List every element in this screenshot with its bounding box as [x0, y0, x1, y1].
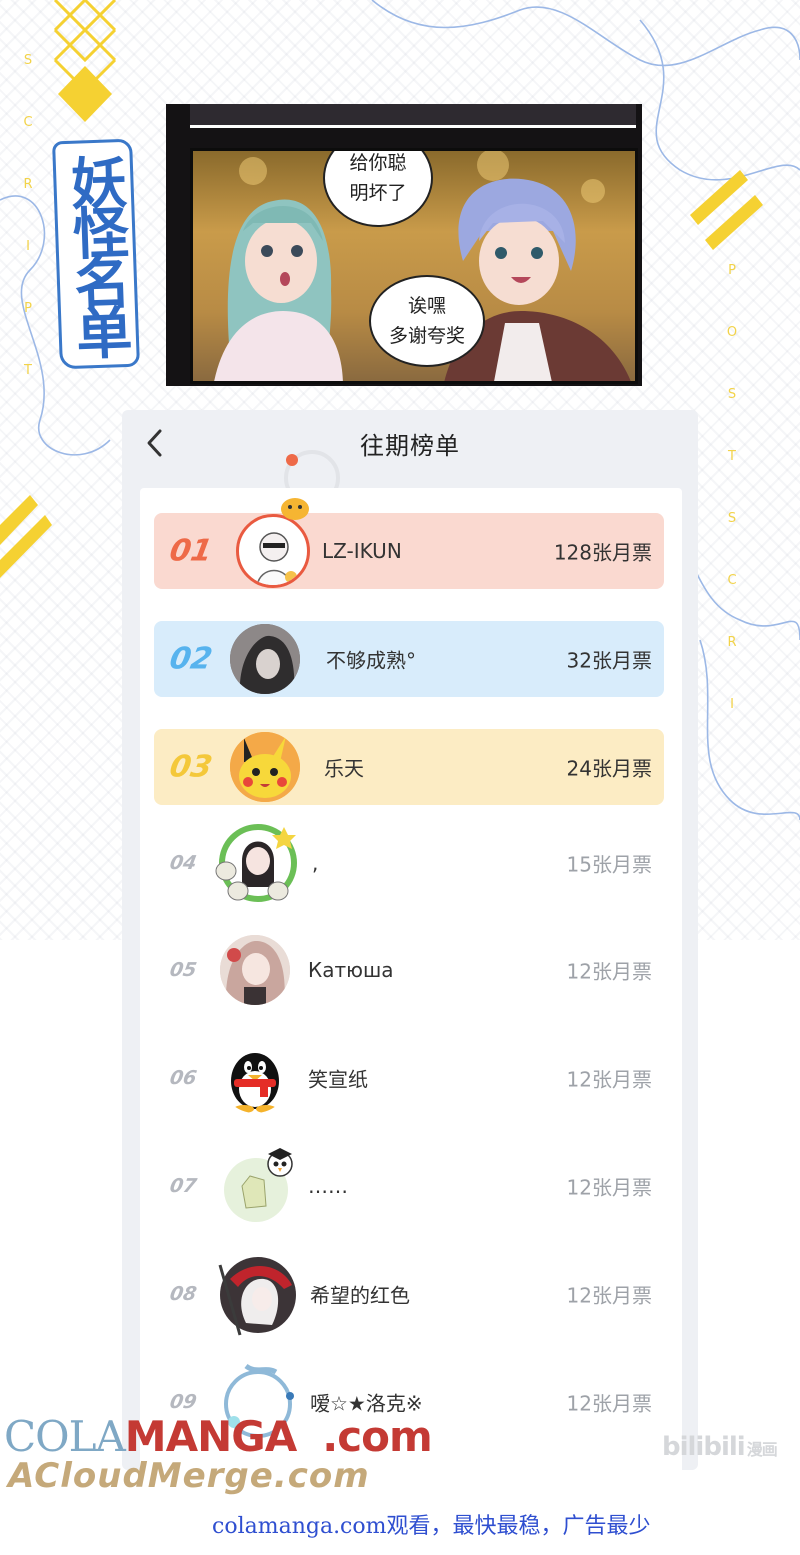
- username: Катюша: [308, 958, 394, 982]
- rank-number: 03: [166, 749, 215, 785]
- rank-number: 08: [168, 1283, 199, 1305]
- ticket-count: 12张月票: [566, 1175, 652, 1200]
- rank-number: 01: [166, 533, 215, 569]
- username: 希望的红色: [310, 1283, 410, 1308]
- ticket-count: 15张月票: [566, 852, 652, 877]
- acloudmerge-watermark: ACloudMerge.com: [8, 1456, 370, 1496]
- username: 乐天: [324, 756, 364, 781]
- user-avatar[interactable]: [210, 1249, 302, 1339]
- ticket-count: 32张月票: [566, 648, 652, 673]
- comic-scene: 给你聪 明坏了 诶嘿 多谢夸奖: [190, 148, 638, 384]
- user-avatar[interactable]: [220, 1146, 298, 1226]
- doodle-line-1: [371, 0, 800, 67]
- user-avatar[interactable]: [212, 821, 300, 905]
- colamanga-watermark: COLAMANGA .com: [4, 1412, 433, 1461]
- comic-panel-image: 给你聪 明坏了 诶嘿 多谢夸奖: [166, 104, 642, 386]
- ticket-count: 12张月票: [566, 1391, 652, 1416]
- leaderboard-row-1[interactable]: 01 LZ-IKUN 128张月票: [154, 498, 664, 589]
- bilibili-comics-logo: bilibili 漫画: [662, 1432, 778, 1462]
- user-avatar[interactable]: [220, 1043, 290, 1113]
- rank-number: 07: [168, 1175, 199, 1197]
- ticket-count: 24张月票: [566, 756, 652, 781]
- ticket-count: 12张月票: [566, 1283, 652, 1308]
- ticket-count: 12张月票: [566, 959, 652, 984]
- pikachu-badge-icon: [281, 498, 309, 520]
- avatar-image: [220, 935, 290, 1005]
- leaderboard-row-4[interactable]: 04 , 15张月票: [154, 824, 664, 902]
- avatar-image: [215, 824, 297, 902]
- username: 笑宣纸: [308, 1067, 368, 1092]
- username: 不够成熟°: [326, 648, 416, 673]
- title-logo: 妖怪名单: [52, 138, 140, 370]
- leaderboard-row-5[interactable]: 05 Катюша 12张月票: [154, 932, 664, 1008]
- avatar-image: [256, 532, 297, 585]
- username: ……: [308, 1174, 348, 1198]
- speech-bubble-2: 诶嘿 多谢夸奖: [369, 275, 485, 367]
- rank-number: 05: [168, 959, 199, 981]
- avatar-image: [230, 732, 300, 802]
- username: ,: [312, 851, 319, 875]
- user-avatar[interactable]: [236, 514, 310, 588]
- doodle-line-2: [639, 19, 800, 181]
- rank-number: 04: [168, 852, 199, 874]
- ticket-count: 128张月票: [553, 540, 652, 565]
- user-avatar[interactable]: [220, 935, 290, 1005]
- leaderboard-row-7[interactable]: 07 …… 12张月票: [154, 1148, 664, 1224]
- ticket-count: 12张月票: [566, 1067, 652, 1092]
- doodle-line-5: [699, 639, 800, 821]
- rank-number: 02: [166, 641, 215, 677]
- yellow-stripes-right: [690, 170, 763, 250]
- page-title: 往期榜单: [360, 432, 460, 460]
- qq-penguin-icon: [231, 1053, 279, 1113]
- user-avatar[interactable]: [230, 624, 300, 694]
- leaderboard-row-3[interactable]: 03 乐天 24张月票: [154, 729, 664, 805]
- avatar-image: [230, 624, 300, 694]
- leaderboard-row-2[interactable]: 02 不够成熟° 32张月票: [154, 621, 664, 697]
- logo-text: 妖怪名单: [60, 152, 133, 356]
- vertical-text-left: S C R I P T: [23, 53, 33, 378]
- rank-number: 09: [168, 1391, 199, 1413]
- user-avatar[interactable]: [230, 732, 300, 802]
- comic-top-strip: [190, 104, 636, 128]
- avatar-image: [218, 1257, 296, 1336]
- rank-number: 06: [168, 1067, 199, 1089]
- yellow-stripes-left: [0, 495, 52, 578]
- yellow-diamond-pattern: [53, 0, 117, 122]
- username: LZ-IKUN: [322, 539, 402, 563]
- leaderboard-row-8[interactable]: 08 希望的红色 12张月票: [154, 1256, 664, 1336]
- leaderboard-row-6[interactable]: 06 笑宣纸 12张月票: [154, 1040, 664, 1116]
- avatar-image: [224, 1148, 293, 1222]
- vertical-text-right: P O S T S C R I: [726, 263, 738, 712]
- footer-promo-text[interactable]: colamanga.com观看，最快最稳，广告最少: [212, 1508, 651, 1540]
